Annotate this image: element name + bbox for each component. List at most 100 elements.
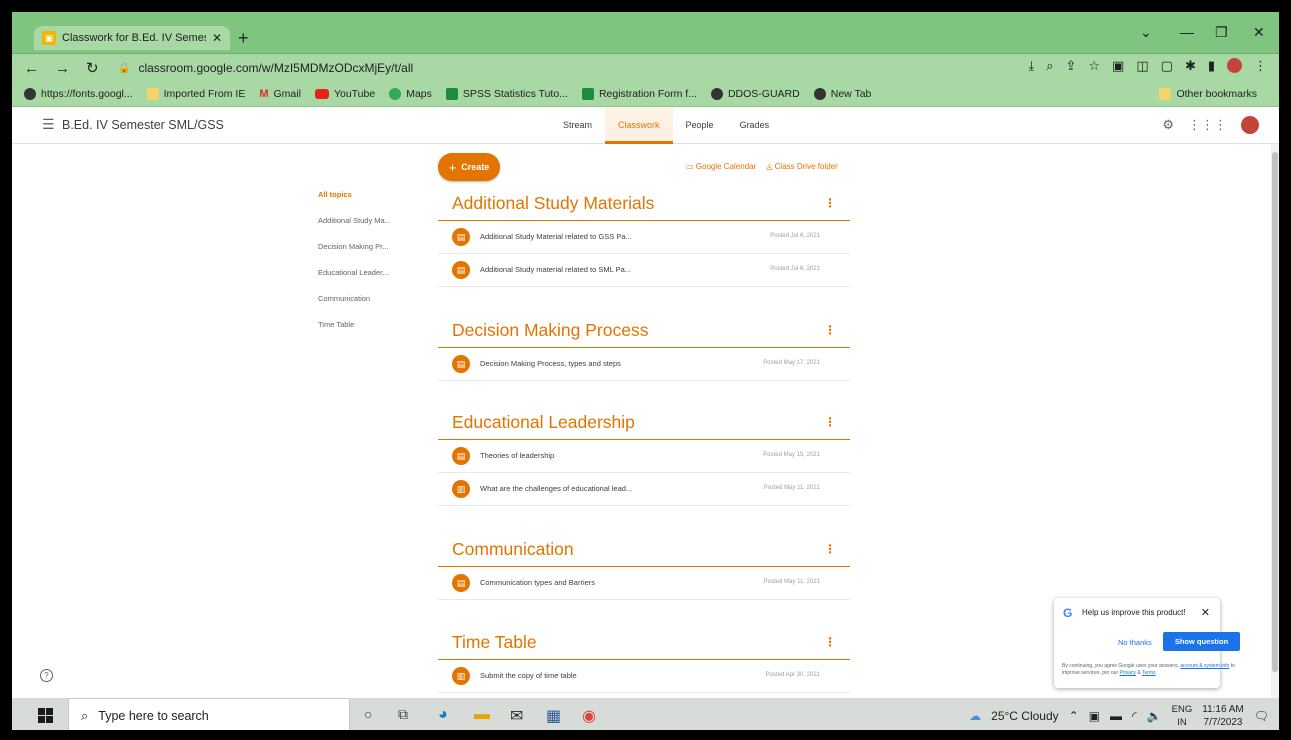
section-title[interactable]: Time Table (452, 632, 537, 653)
account-avatar[interactable] (1241, 116, 1259, 134)
tab-people[interactable]: People (673, 108, 727, 144)
section-title[interactable]: Decision Making Process (452, 320, 648, 341)
language-indicator[interactable]: ENG IN (1172, 703, 1193, 729)
account-info-link[interactable]: account & system info (1180, 663, 1229, 669)
zoom-icon[interactable]: ⌕ (1046, 58, 1053, 74)
close-tab-icon[interactable]: ✕ (212, 31, 222, 45)
scroll-thumb[interactable] (1272, 152, 1278, 672)
forward-button[interactable]: → (55, 60, 70, 77)
tray-app-icon[interactable]: ▣ (1089, 709, 1100, 723)
bookmark-star-icon[interactable]: ☆ (1088, 58, 1100, 74)
task-view-icon[interactable]: ⧉ (398, 706, 408, 723)
google-calendar-link[interactable]: ▭ Google Calendar (686, 162, 756, 171)
file-explorer-icon[interactable]: ▬ (474, 706, 490, 724)
class-title[interactable]: B.Ed. IV Semester SML/GSS (62, 118, 224, 132)
bookmark-item[interactable]: Maps (389, 88, 432, 100)
chrome-icon[interactable]: ◉ (582, 706, 596, 726)
bookmark-item[interactable]: Imported From IE (146, 88, 245, 100)
class-drive-link[interactable]: ◬ Class Drive folder (766, 162, 838, 171)
more-options-icon[interactable]: ⋮ (824, 323, 836, 337)
apps-grid-icon[interactable]: ⋮⋮⋮ (1188, 117, 1227, 133)
edge-icon[interactable]: ◕ (438, 706, 448, 724)
browser-tab[interactable]: ▣ Classwork for B.Ed. IV Semester S ✕ (34, 26, 230, 50)
classwork-item[interactable]: ▥ What are the challenges of educational… (438, 473, 850, 506)
bookmarks-bar: https://fonts.googl... Imported From IE … (12, 82, 1279, 107)
extension-icon[interactable]: ▢ (1161, 58, 1173, 74)
taskbar-search-input[interactable]: ⌕ Type here to search (68, 698, 350, 730)
word-icon[interactable]: ▦ (546, 706, 561, 726)
notification-icon[interactable]: 🗨 (1254, 709, 1269, 723)
bookmark-item[interactable]: DDOS-GUARD (710, 88, 800, 100)
topic-communication[interactable]: Communication (318, 294, 391, 320)
back-button[interactable]: ← (24, 60, 39, 77)
section-title[interactable]: Additional Study Materials (452, 193, 654, 214)
wifi-icon[interactable]: ◜ (1132, 709, 1137, 723)
topic-time-table[interactable]: Time Table (318, 320, 391, 346)
classwork-item[interactable]: ▤ Decision Making Process, types and ste… (438, 348, 850, 381)
google-logo-icon: G (1063, 606, 1073, 620)
bookmark-item[interactable]: M Gmail (259, 88, 301, 100)
extension-icon[interactable]: ◫ (1136, 58, 1148, 74)
share-icon[interactable]: ⇪ (1065, 58, 1076, 74)
minimize-button[interactable]: — (1180, 24, 1194, 40)
close-window-button[interactable]: ✕ (1253, 24, 1265, 41)
profile-avatar[interactable] (1227, 58, 1242, 73)
calendar-icon: ▭ (686, 162, 696, 171)
show-question-button[interactable]: Show question (1163, 632, 1240, 651)
bookmark-item[interactable]: Registration Form f... (581, 88, 697, 100)
more-options-icon[interactable]: ⋮ (824, 635, 836, 649)
create-button[interactable]: + Create (438, 153, 500, 181)
mail-icon[interactable]: ✉ (510, 706, 523, 726)
classwork-item[interactable]: ▥ Submit the copy of time table Posted A… (438, 660, 850, 693)
topic-additional-study[interactable]: Additional Study Ma... (318, 216, 391, 242)
cortana-icon[interactable]: ○ (364, 706, 372, 722)
bookmark-item[interactable]: YouTube (314, 88, 375, 100)
classwork-item[interactable]: ▤ Communication types and Barriers Poste… (438, 567, 850, 600)
close-icon[interactable]: ✕ (1201, 606, 1210, 619)
section-title[interactable]: Communication (452, 539, 574, 560)
chevron-up-icon[interactable]: ⌃ (1069, 709, 1079, 723)
address-bar[interactable]: 🔒 classroom.google.com/w/MzI5MDMzODcxMjE… (118, 58, 968, 78)
clock[interactable]: 11:16 AM 7/7/2023 (1202, 703, 1244, 729)
privacy-link[interactable]: Privacy (1120, 670, 1136, 676)
help-icon[interactable]: ? (40, 669, 53, 682)
reload-button[interactable]: ↻ (86, 59, 99, 77)
classwork-item[interactable]: ▤ Theories of leadership Posted May 15, … (438, 440, 850, 473)
battery-icon[interactable]: ▬ (1110, 709, 1122, 723)
more-options-icon[interactable]: ⋮ (824, 415, 836, 429)
terms-link[interactable]: Terms (1142, 670, 1156, 676)
topic-educational-leadership[interactable]: Educational Leader... (318, 268, 391, 294)
tab-stream[interactable]: Stream (550, 108, 605, 144)
topic-all[interactable]: All topics (318, 190, 391, 216)
more-options-icon[interactable]: ⋮ (824, 196, 836, 210)
extensions-puzzle-icon[interactable]: ✱ (1185, 58, 1196, 74)
tab-grades[interactable]: Grades (727, 108, 783, 144)
hamburger-menu-icon[interactable]: ☰ (42, 116, 55, 133)
settings-gear-icon[interactable]: ⚙ (1162, 117, 1174, 133)
section-header: Educational Leadership ⋮ (438, 407, 850, 440)
classwork-item[interactable]: ▤ Additional Study material related to S… (438, 254, 850, 287)
classwork-item[interactable]: ▤ Additional Study Material related to G… (438, 221, 850, 254)
no-thanks-button[interactable]: No thanks (1118, 638, 1152, 647)
sidepanel-icon[interactable]: ▮ (1208, 58, 1215, 74)
topics-list: All topics Additional Study Ma... Decisi… (318, 190, 391, 346)
bookmark-item[interactable]: https://fonts.googl... (24, 88, 133, 100)
other-bookmarks[interactable]: Other bookmarks (1159, 88, 1257, 100)
tab-search-icon[interactable]: ⌄ (1140, 24, 1152, 41)
volume-icon[interactable]: 🔈 (1147, 709, 1162, 723)
page-scrollbar[interactable] (1271, 144, 1279, 700)
new-tab-button[interactable]: + (238, 28, 249, 49)
section-title[interactable]: Educational Leadership (452, 412, 635, 433)
extension-icon[interactable]: ▣ (1112, 58, 1124, 74)
windows-start-icon[interactable] (38, 708, 53, 723)
bookmark-item[interactable]: SPSS Statistics Tuto... (445, 88, 568, 100)
topic-decision-making[interactable]: Decision Making Pr... (318, 242, 391, 268)
tab-classwork[interactable]: Classwork (605, 108, 673, 144)
more-options-icon[interactable]: ⋮ (824, 542, 836, 556)
browser-menu-icon[interactable]: ⋮ (1254, 58, 1267, 74)
bookmark-item[interactable]: New Tab (813, 88, 871, 100)
install-icon[interactable]: ⤓ (1028, 58, 1034, 74)
weather-text[interactable]: 25°C Cloudy (991, 709, 1059, 723)
item-title: Decision Making Process, types and steps (480, 359, 621, 368)
restore-button[interactable]: ❐ (1215, 24, 1228, 41)
